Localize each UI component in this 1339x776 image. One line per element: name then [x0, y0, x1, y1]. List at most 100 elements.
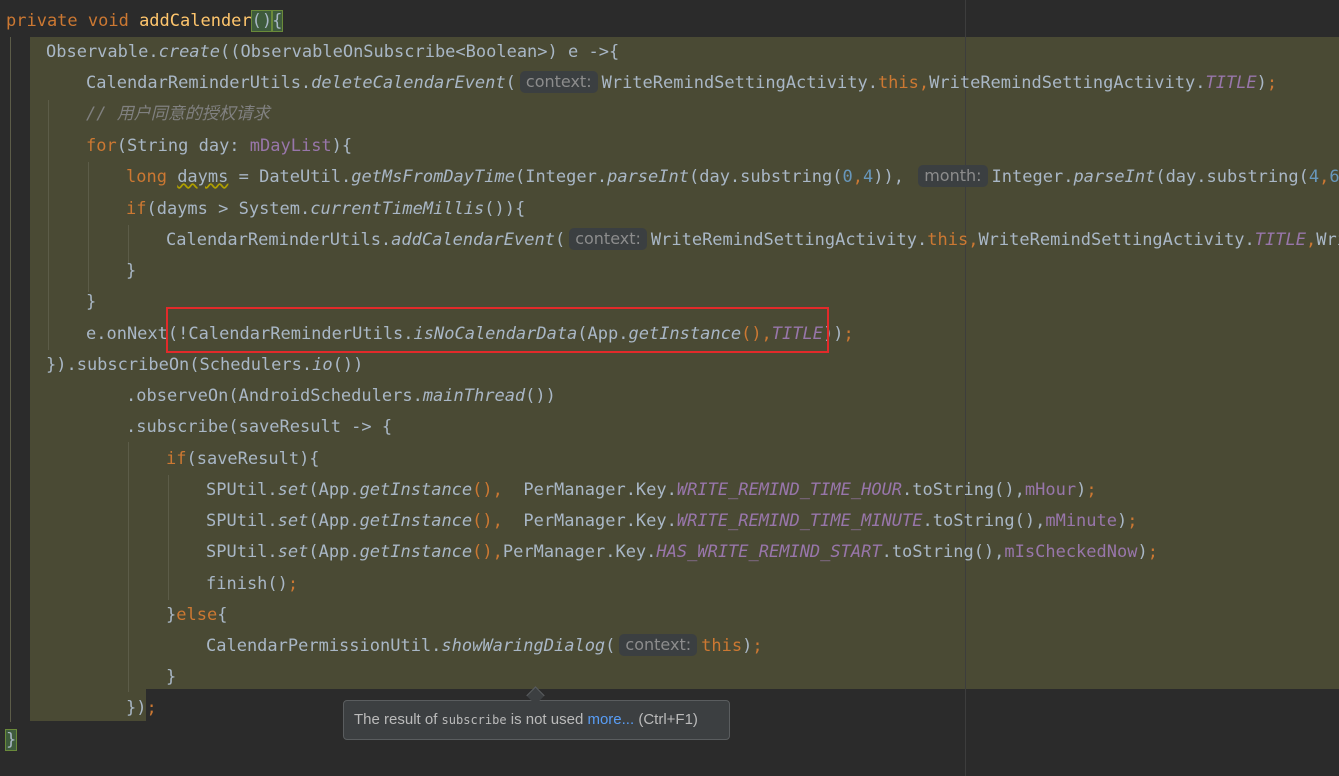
- code-line-7[interactable]: if(dayms > System.currentTimeMillis()){: [126, 194, 525, 225]
- code-text: (saveResult){: [186, 449, 320, 469]
- code-text: ): [1256, 73, 1267, 93]
- method-call: getInstance: [359, 480, 473, 500]
- code-text: (App.: [308, 480, 360, 500]
- parameter-hint: context:: [569, 228, 647, 250]
- code-editor[interactable]: private void addCalender(){ Observable.c…: [0, 0, 1339, 776]
- field: mMinute: [1045, 511, 1117, 531]
- code-line-18[interactable]: SPUtil.set(App.getInstance(),PerManager.…: [206, 537, 1158, 568]
- comma: ,: [1305, 230, 1317, 250]
- field: mDayList: [249, 136, 332, 156]
- code-line-5[interactable]: for(String day: mDayList){: [86, 131, 352, 162]
- number: 6: [1329, 167, 1339, 187]
- code-text: ()): [332, 355, 364, 375]
- tooltip-code: subscribe: [441, 713, 507, 727]
- code-line-2[interactable]: Observable.create((ObservableOnSubscribe…: [46, 37, 619, 68]
- code-text: (: [554, 230, 566, 250]
- code-line-12[interactable]: }).subscribeOn(Schedulers.io()): [46, 350, 363, 381]
- code-line-10[interactable]: }: [86, 287, 96, 318]
- code-text: .toString(),: [881, 542, 1005, 562]
- code-line-23[interactable]: });: [126, 693, 157, 724]
- code-text: (),: [472, 542, 503, 562]
- semicolon: ;: [1086, 480, 1097, 500]
- code-text: WriteRemindSettingActivity.: [929, 73, 1206, 93]
- code-text: SPUtil.: [206, 542, 278, 562]
- code-line-22[interactable]: }: [166, 662, 176, 693]
- field: mIsCheckedNow: [1004, 542, 1138, 562]
- paren-match: (): [250, 10, 274, 32]
- method-call: deleteCalendarEvent: [311, 73, 506, 93]
- semicolon: ;: [1147, 542, 1158, 562]
- code-line-9[interactable]: }: [126, 256, 136, 287]
- annotation-box: [166, 307, 829, 353]
- constant: WRITE_REMIND_TIME_HOUR: [676, 480, 903, 500]
- brace-match: {: [271, 10, 284, 32]
- code-text: Observable.: [46, 42, 159, 62]
- code-line-4[interactable]: // 用户同意的授权请求: [86, 99, 270, 130]
- code-text: SPUtil.: [206, 511, 278, 531]
- code-line-17[interactable]: SPUtil.set(App.getInstance(), PerManager…: [206, 506, 1138, 537]
- code-text: .toString(),: [902, 480, 1025, 500]
- code-text: ): [1137, 542, 1148, 562]
- code-line-1[interactable]: private void addCalender(){: [6, 6, 284, 37]
- code-text: }: [126, 261, 137, 281]
- code-text: )),: [873, 167, 915, 187]
- code-line-14[interactable]: .subscribe(saveResult -> {: [126, 412, 392, 443]
- number: 4: [863, 167, 874, 187]
- semicolon: ;: [752, 636, 763, 656]
- code-text: (),: [472, 480, 514, 500]
- code-line-16[interactable]: SPUtil.set(App.getInstance(), PerManager…: [206, 475, 1097, 506]
- code-text: PerManager.Key.: [502, 542, 657, 562]
- indent-guide: [128, 442, 129, 692]
- code-line-6[interactable]: long dayms = DateUtil.getMsFromDayTime(I…: [126, 162, 1339, 193]
- keyword: if: [126, 199, 147, 219]
- semicolon: ;: [1266, 73, 1278, 93]
- method-call: addCalendarEvent: [391, 230, 555, 250]
- constant: WRITE_REMIND_TIME_MINUTE: [676, 511, 923, 531]
- code-text: }: [166, 605, 177, 625]
- code-text: (day.substring(: [688, 167, 843, 187]
- method-call: create: [158, 42, 221, 62]
- keyword: this: [927, 230, 969, 250]
- parameter-hint: month:: [918, 165, 988, 187]
- code-line-19[interactable]: finish();: [206, 569, 298, 600]
- keyword: long: [126, 167, 178, 187]
- comma: ,: [968, 230, 979, 250]
- code-text: (String day:: [116, 136, 250, 156]
- method-name: addCalender: [139, 11, 252, 31]
- code-line-24[interactable]: }: [4, 725, 18, 756]
- code-line-13[interactable]: .observeOn(AndroidSchedulers.mainThread(…: [126, 381, 556, 412]
- code-text: CalendarPermissionUtil.: [206, 636, 442, 656]
- tooltip-text: The result of: [354, 711, 442, 728]
- indent-guide: [48, 100, 49, 350]
- semicolon: ;: [146, 698, 157, 718]
- field: mHour: [1024, 480, 1077, 500]
- code-text: (day.substring(: [1155, 167, 1309, 187]
- code-text: (App.: [308, 511, 360, 531]
- brace-match: }: [4, 729, 18, 751]
- tooltip-text: is not used: [506, 711, 588, 728]
- code-line-8[interactable]: CalendarReminderUtils.addCalendarEvent(c…: [166, 225, 1339, 256]
- code-text: WriteRemindSettingActivity.: [650, 230, 928, 250]
- code-text: CalendarReminderUtils.: [166, 230, 392, 250]
- method-call: getInstance: [359, 511, 473, 531]
- code-text: (dayms > System.: [146, 199, 311, 219]
- code-text: }): [126, 698, 147, 718]
- right-margin-guide: [965, 0, 966, 776]
- code-text: SPUtil.: [206, 480, 278, 500]
- code-text: (Integer.: [514, 167, 608, 187]
- code-line-15[interactable]: if(saveResult){: [166, 444, 320, 475]
- code-line-21[interactable]: CalendarPermissionUtil.showWaringDialog(…: [206, 631, 763, 662]
- code-line-3[interactable]: CalendarReminderUtils.deleteCalendarEven…: [86, 68, 1277, 99]
- method-call: set: [277, 511, 309, 531]
- method-call: showWaringDialog: [441, 636, 606, 656]
- code-line-20[interactable]: }else{: [166, 600, 227, 631]
- code-text: (App.: [308, 542, 360, 562]
- code-text: Integer.: [991, 167, 1074, 187]
- code-text: Write: [1316, 230, 1339, 250]
- code-text: .toString(),: [922, 511, 1046, 531]
- code-text: WriteRemindSettingActivity.: [601, 73, 878, 93]
- tooltip-more-link[interactable]: more...: [587, 711, 634, 728]
- method-call: getMsFromDayTime: [351, 167, 515, 187]
- method-call: set: [277, 542, 309, 562]
- keyword: this: [877, 73, 919, 93]
